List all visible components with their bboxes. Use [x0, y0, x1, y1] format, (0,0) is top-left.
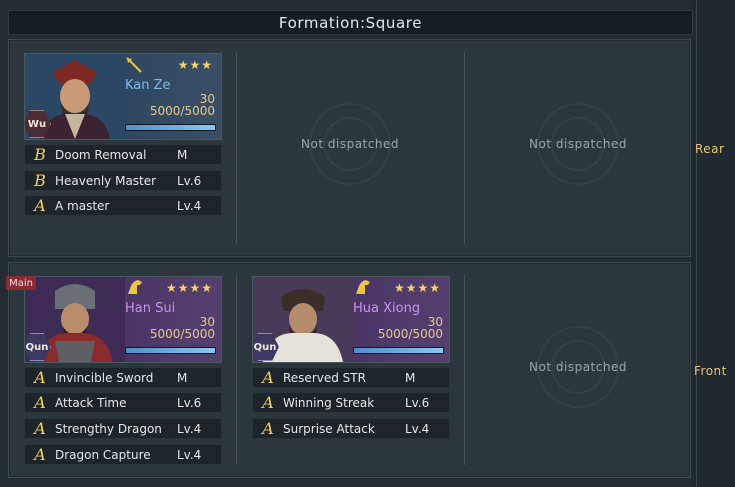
skill-name: Reserved STR [283, 370, 366, 385]
empty-slot-label: Not dispatched [529, 360, 627, 374]
spear-icon [125, 56, 143, 78]
skill-level: M [405, 370, 416, 385]
skill-name: A master [55, 198, 110, 213]
empty-slot-label: Not dispatched [301, 137, 399, 151]
skill-row[interactable]: A Winning Streak Lv.6 [252, 392, 450, 413]
skill-row[interactable]: A Surprise Attack Lv.4 [252, 418, 450, 439]
skill-name: Attack Time [55, 395, 127, 410]
empty-slot[interactable]: Not dispatched [474, 44, 682, 244]
skill-row[interactable]: A Invincible Sword M [24, 367, 222, 388]
skill-grade: A [34, 196, 46, 215]
troop-bar [125, 347, 216, 354]
skill-level: Lv.6 [405, 395, 430, 410]
row-label-rear: Rear [695, 142, 725, 156]
empty-slot[interactable]: Not dispatched [474, 267, 682, 467]
skill-level: M [177, 147, 188, 162]
skill-level: Lv.4 [177, 421, 202, 436]
troop-count: 5000/5000 [149, 104, 215, 118]
skill-grade: B [34, 145, 46, 164]
skill-grade: B [34, 171, 46, 190]
skill-row[interactable]: A Attack Time Lv.6 [24, 392, 222, 413]
side-panel-edge [691, 0, 735, 487]
skill-row[interactable]: B Doom Removal M [24, 144, 222, 165]
troop-count: 5000/5000 [149, 327, 215, 341]
star-rating: ★★★★ [393, 281, 441, 295]
hero-card-han-sui[interactable]: Qun ★★★★ Han Sui 30 5000/5000 [24, 276, 222, 363]
slot-divider [236, 275, 237, 465]
skill-grade: A [34, 419, 46, 438]
hero-name: Hua Xiong [353, 301, 421, 316]
skill-name: Winning Streak [283, 395, 375, 410]
skill-level: Lv.6 [177, 173, 202, 188]
skill-row[interactable]: B Heavenly Master Lv.6 [24, 170, 222, 191]
skill-grade: A [34, 393, 46, 412]
empty-slot-label: Not dispatched [529, 137, 627, 151]
hero-name: Kan Ze [125, 78, 171, 93]
skill-row[interactable]: A Reserved STR M [252, 367, 450, 388]
slot-divider [464, 275, 465, 465]
skill-name: Dragon Capture [55, 447, 151, 462]
skill-grade: A [34, 445, 46, 464]
hero-card-kan-ze[interactable]: Wu ★★★ Kan Ze 30 5000/5000 [24, 53, 222, 140]
slot-divider [464, 52, 465, 244]
skill-name: Surprise Attack [283, 421, 375, 436]
main-badge: Main [6, 276, 36, 290]
hero-name: Han Sui [125, 301, 176, 316]
skill-level: Lv.4 [405, 421, 430, 436]
skill-name: Strengthy Dragon [55, 421, 162, 436]
skill-grade: A [262, 393, 274, 412]
troop-bar [353, 347, 444, 354]
star-rating: ★★★ [177, 58, 213, 72]
horse-icon [353, 278, 373, 300]
row-label-front: Front [694, 364, 727, 378]
skill-name: Doom Removal [55, 147, 147, 162]
slot-divider [236, 52, 237, 244]
skill-grade: A [262, 368, 274, 387]
skill-row[interactable]: A A master Lv.4 [24, 195, 222, 216]
skill-level: Lv.4 [177, 198, 202, 213]
skill-grade: A [34, 368, 46, 387]
skill-name: Heavenly Master [55, 173, 157, 188]
skill-name: Invincible Sword [55, 370, 154, 385]
formation-title: Formation:Square [8, 10, 693, 35]
skill-row[interactable]: A Dragon Capture Lv.4 [24, 444, 222, 465]
skill-row[interactable]: A Strengthy Dragon Lv.4 [24, 418, 222, 439]
front-row-panel: Qun ★★★★ Han Sui 30 5000/5000 A Invincib… [8, 262, 691, 478]
side-panel-divider [696, 0, 697, 487]
skill-level: M [177, 370, 188, 385]
skill-grade: A [262, 419, 274, 438]
rear-row-panel: Wu ★★★ Kan Ze 30 5000/5000 B Doom Remova… [8, 39, 691, 257]
horse-icon [125, 278, 145, 300]
troop-bar [125, 124, 216, 131]
skill-level: Lv.6 [177, 395, 202, 410]
troop-count: 5000/5000 [377, 327, 443, 341]
empty-slot[interactable]: Not dispatched [246, 44, 454, 244]
skill-level: Lv.4 [177, 447, 202, 462]
hero-card-hua-xiong[interactable]: Qun ★★★★ Hua Xiong 30 5000/5000 [252, 276, 450, 363]
star-rating: ★★★★ [165, 281, 213, 295]
